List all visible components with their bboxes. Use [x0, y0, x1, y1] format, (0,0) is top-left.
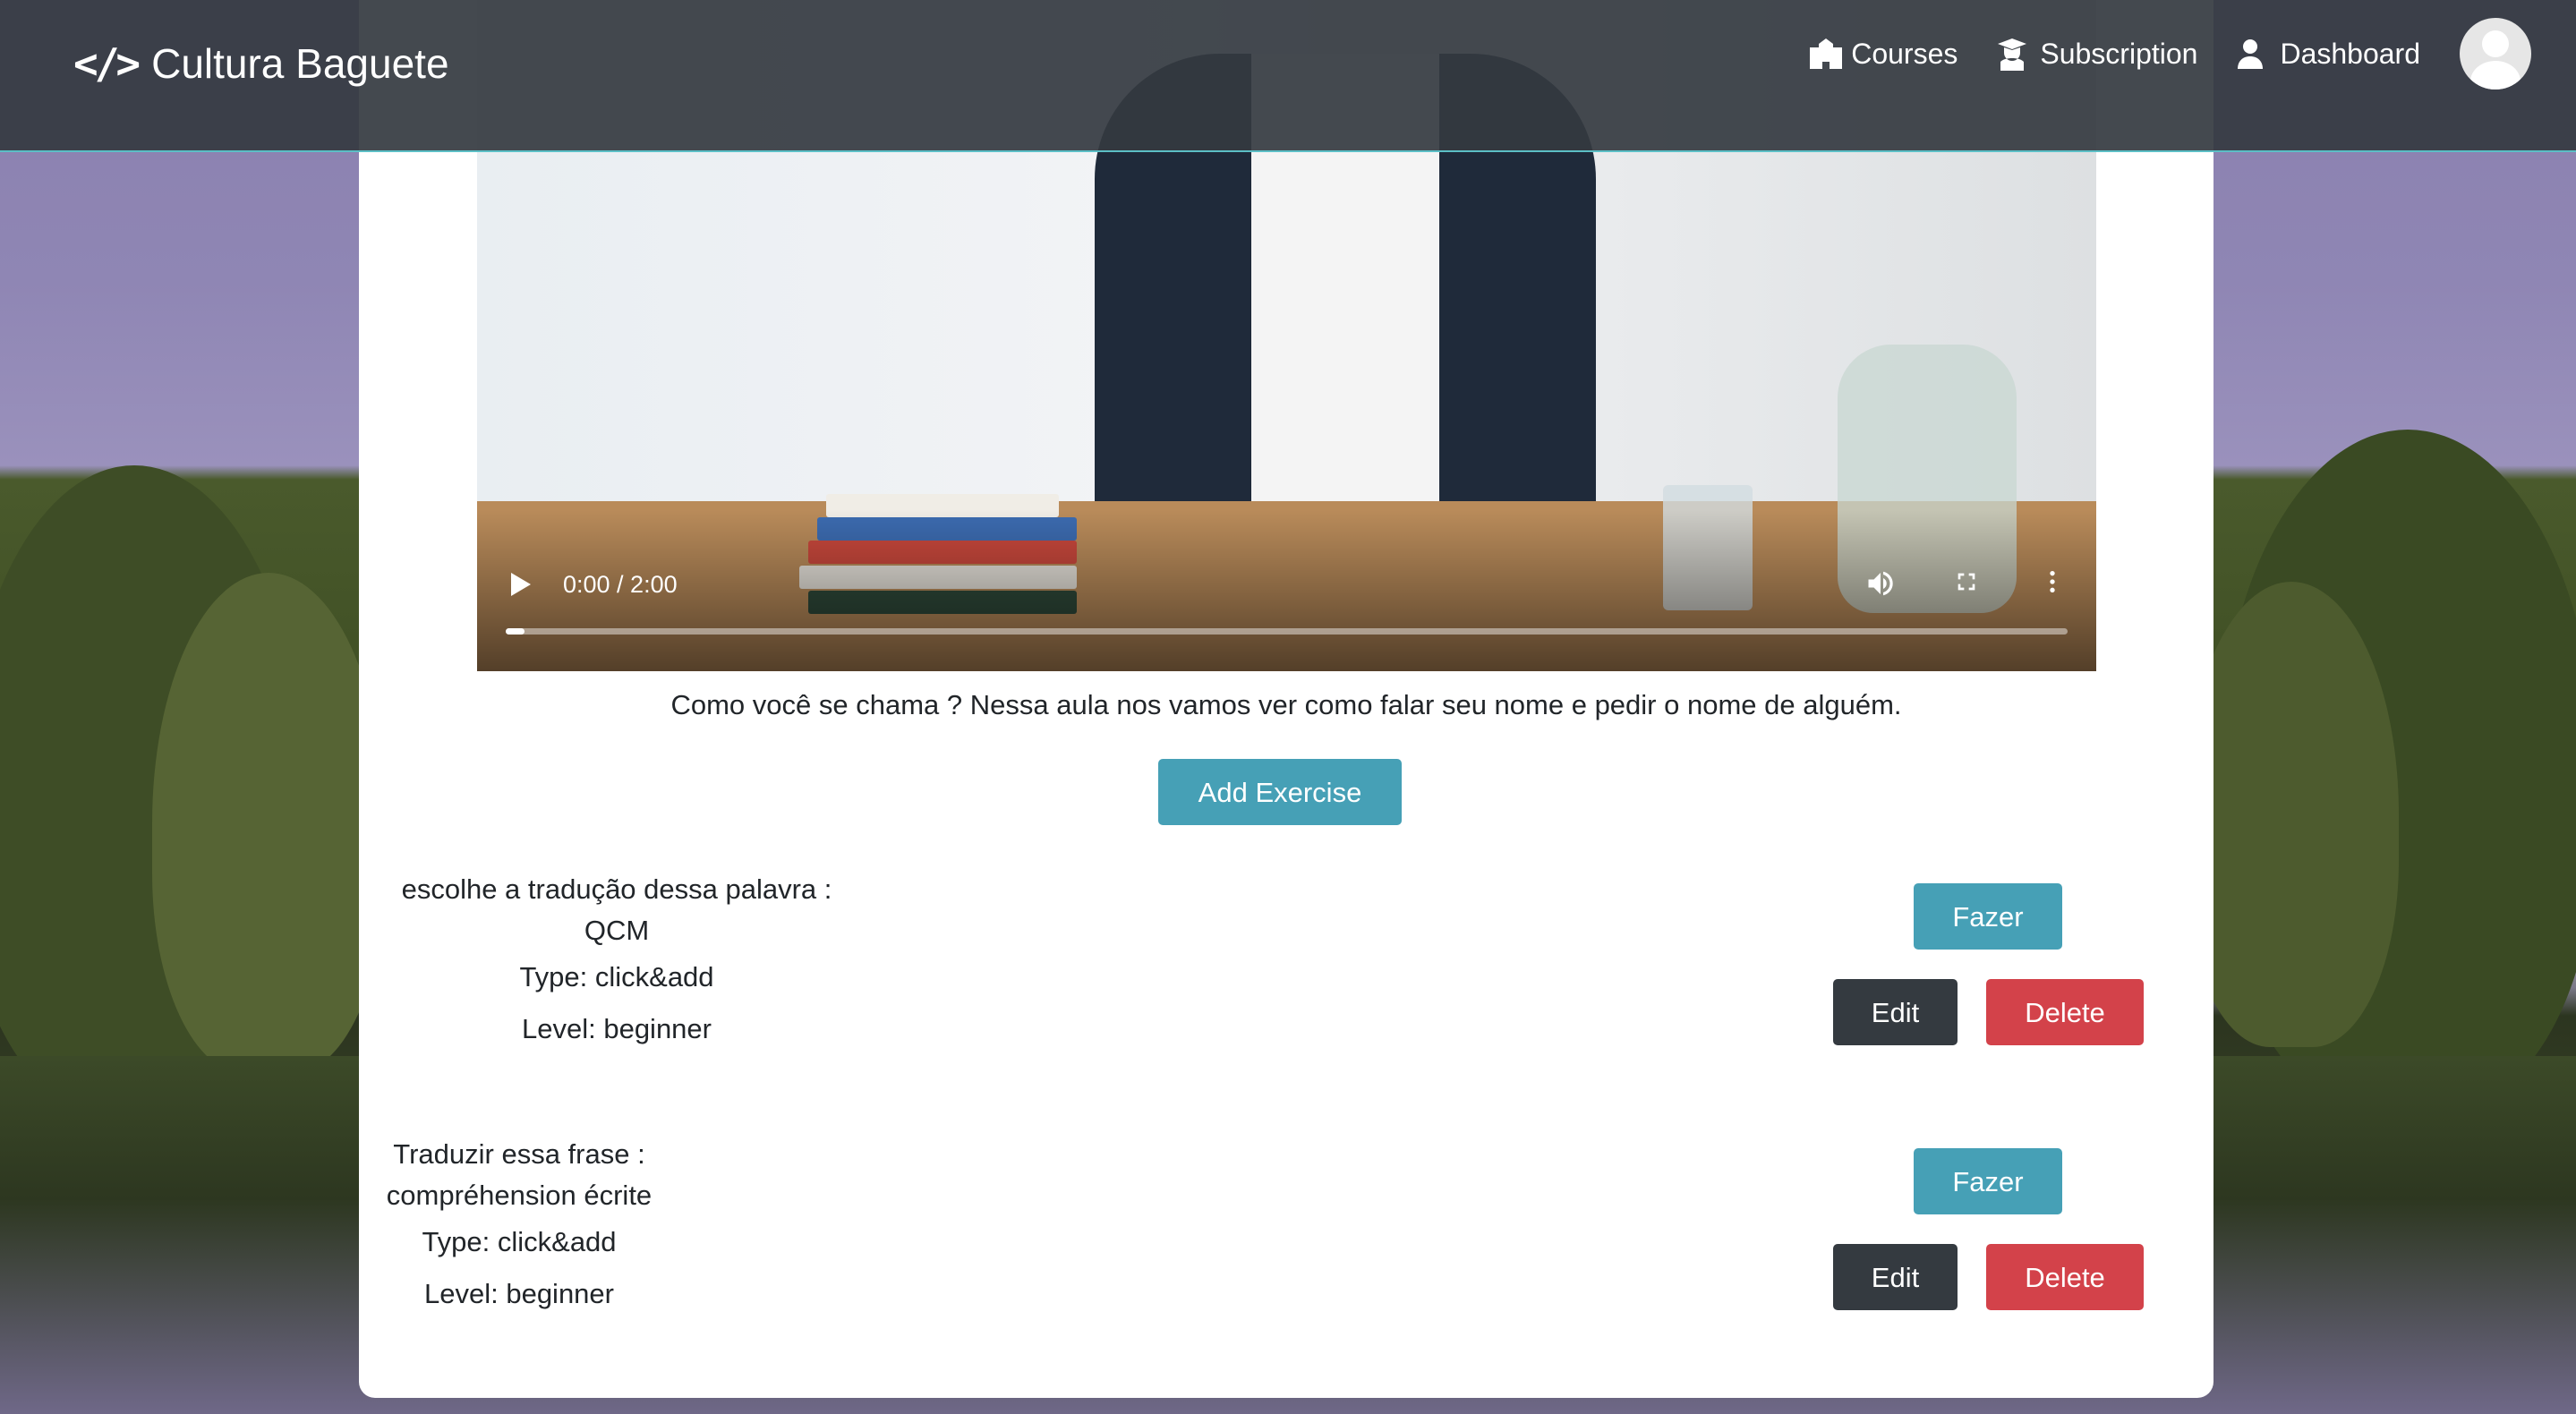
exercise-level: Level: beginner: [522, 1013, 712, 1044]
lesson-description: Como você se chama ? Nessa aula nos vamo…: [670, 689, 1902, 720]
nav-label-subscription: Subscription: [2040, 37, 2198, 70]
top-navbar: </> Cultura Baguete Courses Subscription…: [0, 0, 2576, 152]
user-icon: [2237, 38, 2271, 69]
more-vertical-icon[interactable]: [2036, 567, 2068, 600]
background-tree: [2184, 582, 2399, 1047]
brand-name: Cultura Baguete: [151, 40, 449, 87]
add-exercise-button[interactable]: Add Exercise: [1158, 759, 1402, 825]
exercise-level: Level: beginner: [424, 1278, 614, 1309]
exercise-title: Traduzir essa frase :: [393, 1138, 645, 1170]
nav-item-subscription[interactable]: Subscription: [1997, 38, 2197, 71]
lesson-card: 0:00 / 2:00 Como você se chama ? Nessa a…: [359, 0, 2213, 1398]
code-icon: </>: [73, 39, 141, 88]
volume-icon[interactable]: [1864, 567, 1897, 600]
video-progress-fill: [506, 628, 525, 635]
nav-label-dashboard: Dashboard: [2280, 37, 2420, 70]
graduate-icon: [1997, 38, 2031, 71]
edit-exercise-button[interactable]: Edit: [1833, 1244, 1958, 1310]
do-exercise-button[interactable]: Fazer: [1914, 1148, 2062, 1214]
user-avatar-icon[interactable]: [2460, 18, 2531, 89]
fullscreen-icon[interactable]: [1950, 567, 1983, 600]
background-tree: [152, 573, 385, 1074]
play-icon[interactable]: [511, 573, 531, 596]
delete-exercise-button[interactable]: Delete: [1986, 1244, 2144, 1310]
exercise-type: Type: click&add: [422, 1226, 617, 1257]
do-exercise-button[interactable]: Fazer: [1914, 883, 2062, 950]
nav-links: Courses Subscription Dashboard: [1808, 0, 2576, 107]
school-icon: [1808, 38, 1843, 69]
nav-item-courses[interactable]: Courses: [1808, 38, 1958, 71]
delete-exercise-button[interactable]: Delete: [1986, 979, 2144, 1045]
nav-label-courses: Courses: [1851, 37, 1958, 70]
brand-link[interactable]: </> Cultura Baguete: [73, 39, 449, 88]
nav-item-dashboard[interactable]: Dashboard: [2237, 38, 2420, 71]
exercise-subtitle: QCM: [584, 915, 650, 946]
video-progress-bar[interactable]: [506, 628, 2068, 635]
edit-exercise-button[interactable]: Edit: [1833, 979, 1958, 1045]
video-controls-bar: [477, 510, 2096, 671]
exercise-title: escolhe a tradução dessa palavra :: [401, 873, 832, 905]
exercise-type: Type: click&add: [519, 961, 714, 992]
video-time: 0:00 / 2:00: [563, 571, 678, 598]
exercise-subtitle: compréhension écrite: [386, 1180, 653, 1211]
